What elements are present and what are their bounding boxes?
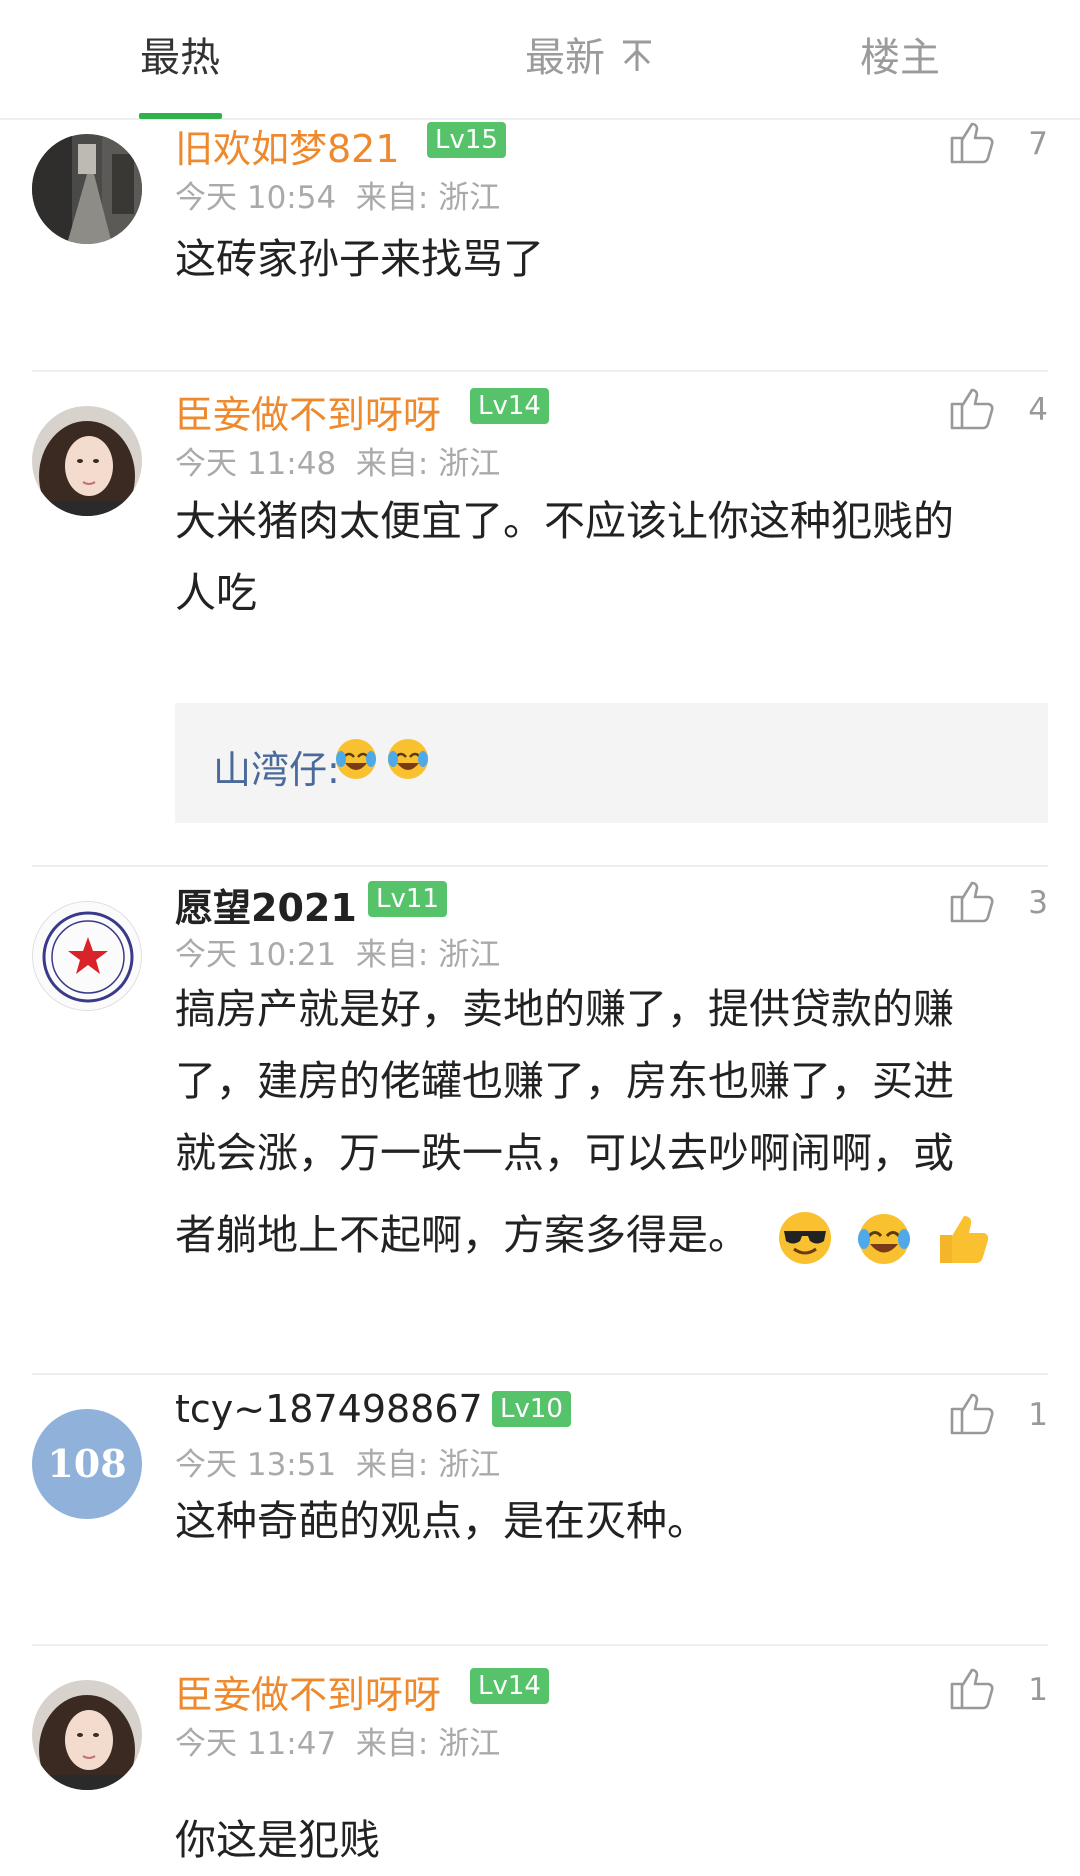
like-count: 1	[1028, 1672, 1048, 1708]
avatar[interactable]: 108	[32, 1409, 142, 1519]
comment-text-line: 大米猪肉太便宜了。不应该让你这种犯贱的	[175, 497, 954, 545]
level-badge: Lv14	[470, 1668, 549, 1704]
username[interactable]: 臣妾做不到呀呀	[175, 384, 441, 439]
like-count: 7	[1028, 126, 1048, 162]
username[interactable]: 臣妾做不到呀呀	[175, 1664, 441, 1719]
comment-text: 大米猪肉太便宜了。不应该让你这种犯贱的 人吃	[175, 485, 1035, 629]
avatar[interactable]	[32, 134, 142, 244]
divider	[32, 865, 1048, 867]
username[interactable]: tcy~187498867	[175, 1387, 483, 1431]
comment-location: 来自: 浙江	[355, 180, 501, 216]
reply-username[interactable]: 山湾仔:	[213, 739, 340, 794]
comment-text-line: 搞房产就是好，卖地的赚了，提供贷款的赚	[175, 985, 954, 1033]
comment-item: 臣妾做不到呀呀 Lv14 今天 11:48 来自: 浙江 4 大米猪肉太便宜了。…	[0, 388, 1080, 860]
thumbs-up-icon	[950, 122, 994, 164]
comment-item: 旧欢如梦821 Lv15 今天 10:54 来自: 浙江 7 这砖家孙子来找骂了	[0, 118, 1080, 370]
like-button[interactable]: 1	[948, 1664, 1048, 1714]
laugh-cry-emoji-icon	[858, 1214, 911, 1264]
comment-location: 来自: 浙江	[355, 937, 501, 973]
thumbs-up-icon	[950, 388, 994, 430]
level-badge: Lv11	[368, 881, 447, 917]
comment-text: 搞房产就是好，卖地的赚了，提供贷款的赚 了，建房的佬罐也赚了，房东也赚了，买进 …	[175, 973, 1035, 1281]
comment-text: 这砖家孙子来找骂了	[175, 235, 544, 283]
thumbs-up-icon	[950, 1393, 994, 1435]
comment-text-line: 就会涨，万一跌一点，可以去吵啊闹啊，或	[175, 1129, 954, 1177]
comment-item: 臣妾做不到呀呀 Lv14 今天 11:47 来自: 浙江 1 你这是犯贱	[0, 1664, 1080, 1864]
avatar-text: 108	[47, 1441, 127, 1486]
avatar[interactable]	[32, 1680, 142, 1790]
divider	[32, 1373, 1048, 1375]
comment-item: 108 tcy~187498867 Lv10 今天 13:51 来自: 浙江 1…	[0, 1387, 1080, 1633]
avatar[interactable]	[32, 901, 142, 1011]
like-count: 1	[1028, 1397, 1048, 1433]
laugh-cry-emoji-icon	[336, 739, 376, 779]
like-count: 3	[1028, 885, 1048, 921]
comment-time: 今天 13:51	[175, 1447, 337, 1483]
username[interactable]: 愿望2021	[175, 877, 357, 932]
thumbs-up-icon	[950, 881, 994, 923]
divider	[32, 370, 1048, 372]
sort-icon	[623, 40, 651, 71]
tab-hot[interactable]: 最热	[100, 0, 260, 118]
divider	[32, 1644, 1048, 1646]
comment-text: 你这是犯贱	[175, 1816, 380, 1864]
comment-text: 这种奇葩的观点，是在灭种。	[175, 1497, 708, 1545]
level-badge: Lv14	[470, 388, 549, 424]
comment-text-line: 者躺地上不起啊，方案多得是。	[175, 1189, 1035, 1281]
comment-time: 今天 11:48	[175, 446, 337, 482]
like-count: 4	[1028, 392, 1048, 428]
comment-item: 愿望2021 Lv11 今天 10:21 来自: 浙江 3 搞房产就是好，卖地的…	[0, 881, 1080, 1365]
comment-location: 来自: 浙江	[355, 1447, 501, 1483]
comment-tabs: 最热 最新 楼主	[0, 0, 1080, 120]
comment-text-line: 了，建房的佬罐也赚了，房东也赚了，买进	[175, 1057, 954, 1105]
comment-location: 来自: 浙江	[355, 1726, 501, 1762]
tab-owner[interactable]: 楼主	[820, 0, 980, 118]
like-button[interactable]: 3	[948, 877, 1048, 927]
thumbs-up-emoji-icon	[940, 1216, 989, 1263]
username[interactable]: 旧欢如梦821	[175, 118, 400, 173]
comment-text-line: 人吃	[175, 569, 257, 617]
tab-newest[interactable]: 最新	[470, 0, 710, 118]
comment-time: 今天 11:47	[175, 1726, 337, 1762]
sunglasses-emoji-icon	[779, 1212, 832, 1264]
like-button[interactable]: 1	[948, 1389, 1048, 1439]
stamp-avatar-image	[33, 902, 141, 1010]
laugh-cry-emoji-icon	[388, 739, 428, 779]
tab-newest-label: 最新	[525, 35, 605, 81]
comment-location: 来自: 浙江	[355, 446, 501, 482]
thumbs-up-icon	[950, 1668, 994, 1710]
comment-time: 今天 10:54	[175, 180, 337, 216]
comment-text-line-content: 者躺地上不起啊，方案多得是。	[175, 1211, 749, 1259]
level-badge: Lv10	[492, 1391, 571, 1427]
comment-time: 今天 10:21	[175, 937, 337, 973]
avatar[interactable]	[32, 406, 142, 516]
like-button[interactable]: 4	[948, 384, 1048, 434]
level-badge: Lv15	[427, 122, 506, 158]
reply-box[interactable]: 山湾仔:	[175, 703, 1048, 823]
like-button[interactable]: 7	[948, 118, 1048, 168]
